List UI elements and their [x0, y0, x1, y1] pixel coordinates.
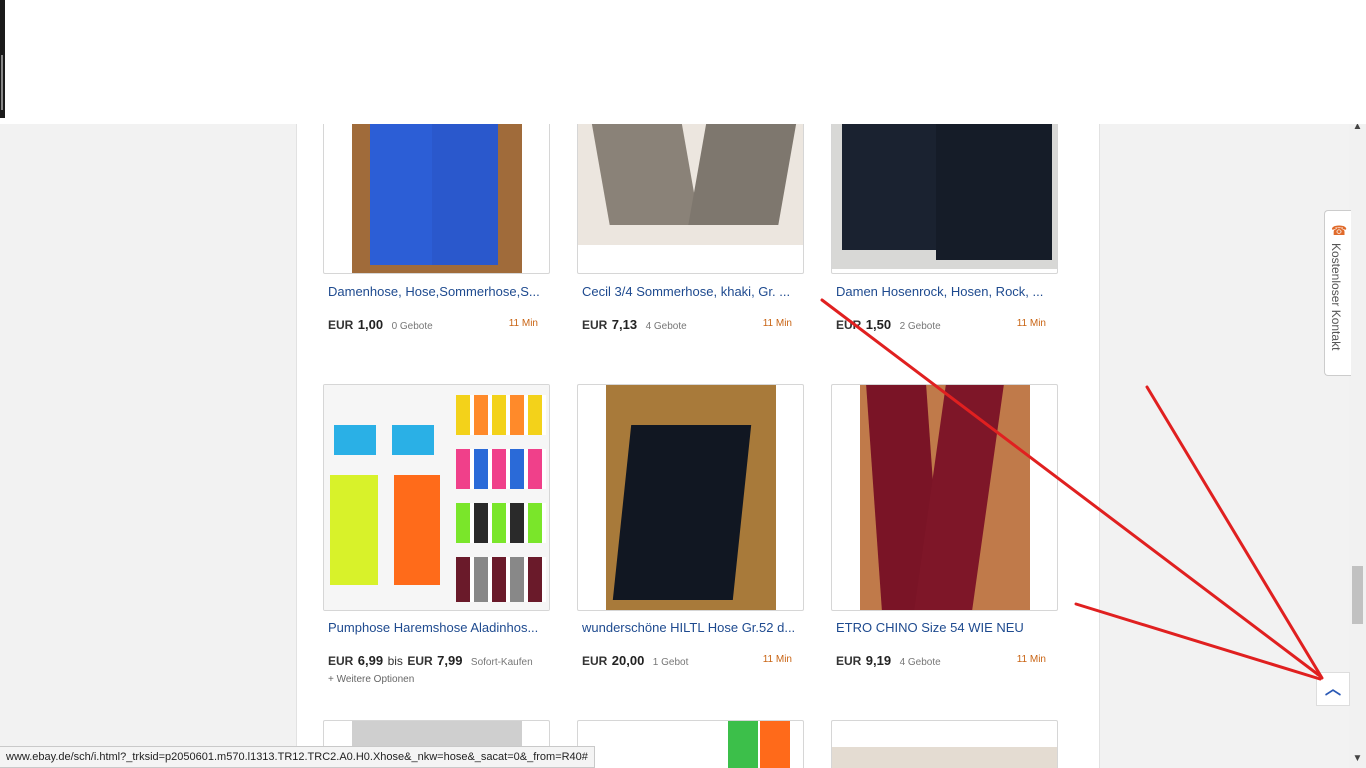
price: 7,13	[611, 317, 638, 332]
price-range-connector: bis	[387, 654, 403, 668]
collage-row-2	[456, 449, 546, 489]
listing-image[interactable]	[577, 124, 804, 274]
results-grid: Damenhose, Hose,Sommerhose,S... EUR 1,00…	[296, 124, 1100, 768]
image-placeholder	[832, 747, 1057, 768]
listing-image[interactable]	[831, 384, 1058, 611]
phone-icon: ☎	[1331, 223, 1348, 238]
annotation-arrow-2	[1145, 385, 1324, 680]
more-options-link[interactable]: + Weitere Optionen	[328, 674, 414, 685]
listing-image[interactable]	[323, 124, 550, 274]
price: 1,50	[865, 317, 892, 332]
model-top-right	[392, 425, 434, 455]
price: 20,00	[611, 653, 645, 668]
currency: EUR	[836, 654, 862, 668]
harem-pant-yellow	[330, 475, 378, 585]
time-left: 11 Min	[508, 318, 538, 329]
listing-title[interactable]: Pumphose Haremshose Aladinhos...	[328, 620, 548, 635]
listing-image[interactable]	[831, 720, 1058, 768]
culotte-left	[842, 124, 942, 250]
bid-count: 2 Gebote	[899, 321, 941, 332]
price-line: EUR 7,13 4 Gebote 11 Min	[582, 316, 802, 334]
free-contact-tab[interactable]: ☎ Kostenloser Kontakt	[1324, 210, 1351, 376]
time-left: 11 Min	[762, 654, 792, 665]
price-line: EUR 20,00 1 Gebot 11 Min	[582, 652, 802, 670]
price: 9,19	[865, 653, 892, 668]
price-line: EUR 1,50 2 Gebote 11 Min	[836, 316, 1056, 334]
bid-count: 0 Gebote	[391, 321, 433, 332]
harem-pant-orange	[394, 475, 440, 585]
image-placeholder	[728, 721, 758, 768]
collage-row-4	[456, 557, 546, 602]
free-contact-label: Kostenloser Kontakt	[1329, 243, 1343, 351]
listing-title[interactable]: wunderschöne HILTL Hose Gr.52 d...	[582, 620, 802, 635]
currency: EUR	[328, 654, 354, 668]
listing-image[interactable]	[831, 124, 1058, 274]
currency: EUR	[582, 654, 608, 668]
collage-row-1	[456, 395, 546, 435]
pant-leg-left	[370, 124, 436, 265]
back-to-top-button[interactable]: ︿	[1316, 672, 1350, 706]
chevron-up-icon: ︿	[1324, 681, 1341, 698]
buy-now-label: Sofort-Kaufen	[470, 657, 533, 668]
scroll-down-arrow-icon[interactable]: ▼	[1349, 752, 1366, 766]
pant-leg-left	[590, 124, 700, 225]
currency: EUR	[836, 318, 862, 332]
time-left: 11 Min	[762, 318, 792, 329]
browser-top-area	[0, 0, 1366, 124]
trousers-shape	[612, 425, 752, 600]
listing-image[interactable]	[323, 384, 550, 611]
price-line: EUR 6,99 bis EUR 7,99 Sofort-Kaufen	[328, 652, 548, 670]
model-top-left	[334, 425, 376, 455]
time-left: 11 Min	[1016, 654, 1046, 665]
annotation-arrow-3	[1074, 602, 1322, 681]
scrollbar-thumb[interactable]	[1352, 566, 1363, 624]
listing-title[interactable]: Cecil 3/4 Sommerhose, khaki, Gr. ...	[582, 284, 802, 299]
culotte-right	[936, 124, 1052, 260]
currency-max: EUR	[407, 654, 433, 668]
window-edge-highlight	[1, 55, 3, 110]
bid-count: 4 Gebote	[899, 657, 941, 668]
price-max: 7,99	[437, 653, 463, 668]
listing-title[interactable]: Damen Hosenrock, Hosen, Rock, ...	[836, 284, 1056, 299]
price: 6,99	[357, 653, 384, 668]
bid-count: 4 Gebote	[645, 321, 687, 332]
currency: EUR	[582, 318, 608, 332]
image-placeholder-2	[760, 721, 790, 768]
listing-image[interactable]	[577, 384, 804, 611]
price: 1,00	[357, 317, 384, 332]
price-line: EUR 9,19 4 Gebote 11 Min	[836, 652, 1056, 670]
collage-row-3	[456, 503, 546, 543]
listing-title[interactable]: ETRO CHINO Size 54 WIE NEU	[836, 620, 1056, 635]
currency: EUR	[328, 318, 354, 332]
link-status-bar: www.ebay.de/sch/i.html?_trksid=p2050601.…	[0, 746, 595, 768]
time-left: 11 Min	[1016, 318, 1046, 329]
page-scrollbar[interactable]: ▲ ▼	[1349, 118, 1366, 768]
pant-leg-right	[432, 124, 498, 265]
listing-image[interactable]	[577, 720, 804, 768]
price-line: EUR 1,00 0 Gebote 11 Min	[328, 316, 548, 334]
listing-title[interactable]: Damenhose, Hose,Sommerhose,S...	[328, 284, 548, 299]
bid-count: 1 Gebot	[652, 657, 689, 668]
